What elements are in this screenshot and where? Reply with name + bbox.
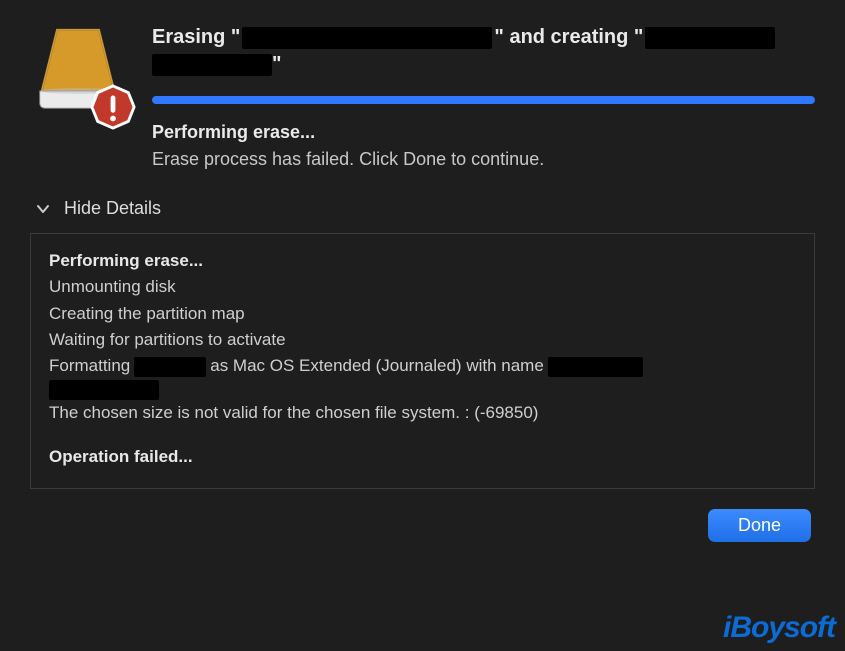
title-prefix: Erasing " <box>152 24 240 51</box>
log-format-prefix: Formatting <box>49 353 130 379</box>
redacted-disk-id <box>134 357 206 377</box>
log-line-unmount: Unmounting disk <box>49 274 796 300</box>
log-line-formatting: Formatting as Mac OS Extended (Journaled… <box>49 353 796 379</box>
redacted-target-name-part2 <box>152 54 272 76</box>
log-format-mid: as Mac OS Extended (Journaled) with name <box>210 353 544 379</box>
redacted-target-name-part1 <box>645 27 775 49</box>
chevron-down-icon <box>36 202 50 216</box>
dialog-title: Erasing " " and creating " <box>152 24 815 51</box>
dialog-header: Erasing " " and creating " " Performing … <box>30 22 815 170</box>
log-line-partition: Creating the partition map <box>49 301 796 327</box>
title-suffix: " <box>272 53 281 76</box>
disk-icon-with-alert <box>30 24 130 124</box>
status-subtitle: Erase process has failed. Click Done to … <box>152 149 815 170</box>
redacted-name-1 <box>548 357 643 377</box>
log-line-formatting-cont <box>49 380 796 400</box>
erase-dialog: Erasing " " and creating " " Performing … <box>0 0 845 562</box>
dialog-title-cont: " <box>152 53 815 76</box>
redacted-name-2 <box>49 380 159 400</box>
progress-bar <box>152 96 815 104</box>
log-line-waiting: Waiting for partitions to activate <box>49 327 796 353</box>
log-error: The chosen size is not valid for the cho… <box>49 400 796 426</box>
redacted-source-name <box>242 27 492 49</box>
log-heading: Performing erase... <box>49 248 796 274</box>
alert-icon <box>90 84 136 130</box>
status-title: Performing erase... <box>152 122 815 143</box>
log-footer: Operation failed... <box>49 444 796 470</box>
dialog-footer: Done <box>30 509 815 542</box>
done-button[interactable]: Done <box>708 509 811 542</box>
title-mid: " and creating " <box>494 24 643 51</box>
details-log: Performing erase... Unmounting disk Crea… <box>30 233 815 489</box>
watermark: iBoysoft <box>723 611 835 645</box>
hide-details-toggle[interactable]: Hide Details <box>36 198 815 219</box>
details-toggle-label: Hide Details <box>64 198 161 219</box>
header-text-block: Erasing " " and creating " " Performing … <box>152 22 815 170</box>
